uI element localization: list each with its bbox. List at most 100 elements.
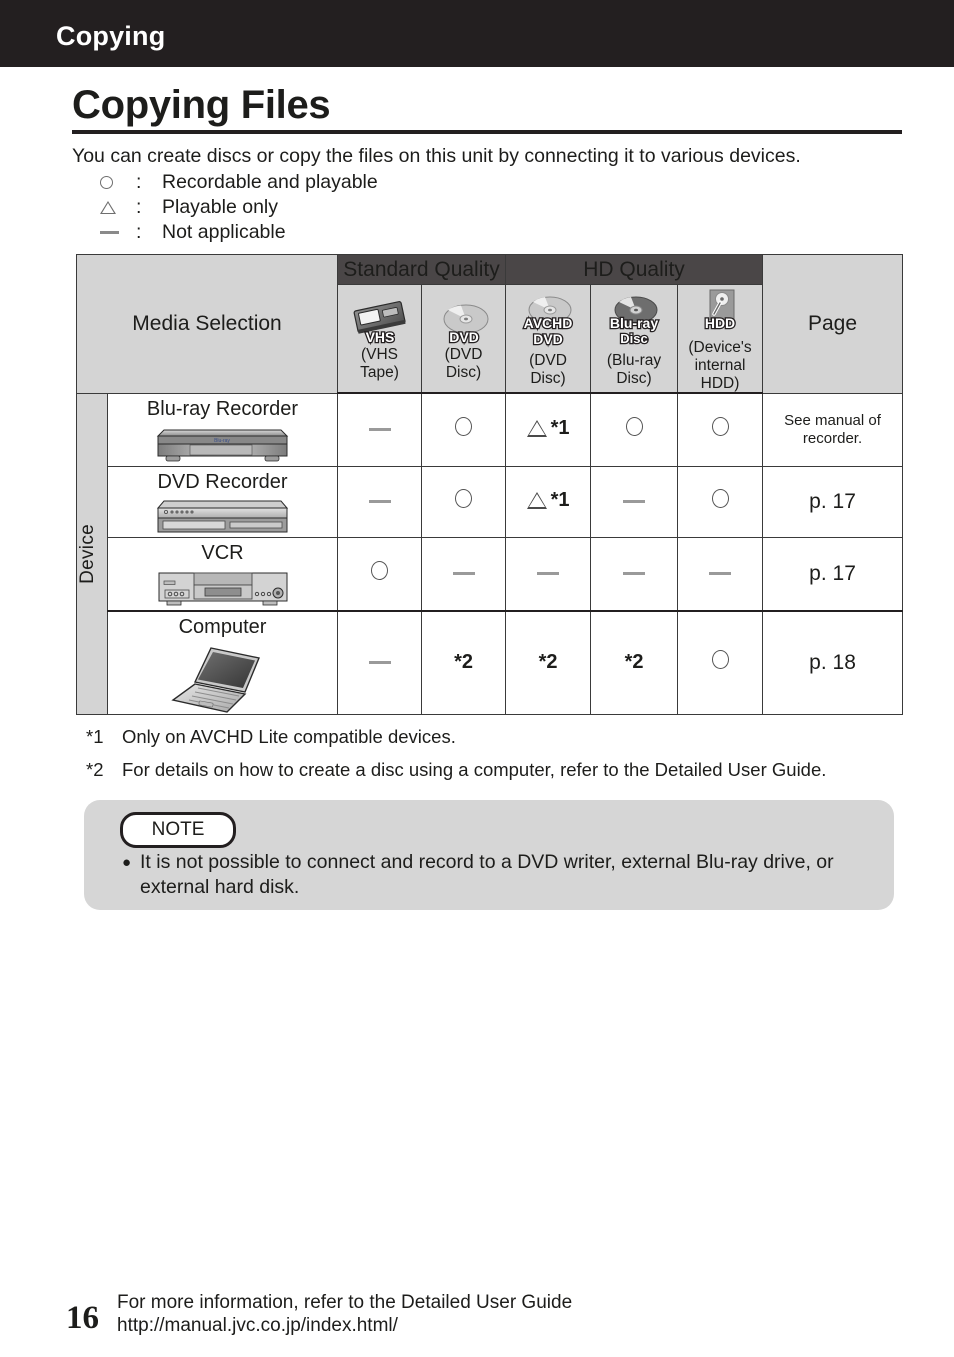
chapter-header-bar: Copying xyxy=(0,0,954,67)
triangle-icon xyxy=(526,491,547,509)
footnote-text: Only on AVCHD Lite compatible devices. xyxy=(122,726,456,747)
cell-page: p. 17 xyxy=(762,465,904,538)
legend-colon: : xyxy=(136,196,142,218)
media-caption-line2: Disc) xyxy=(616,370,652,387)
note-text: It is not possible to connect and record… xyxy=(140,851,834,898)
cell-dvd xyxy=(421,465,507,538)
table-row: VCR p. 17 xyxy=(77,536,904,612)
standard-quality-header: Standard Quality xyxy=(337,254,507,285)
legend-label: Playable only xyxy=(162,196,278,218)
media-caption-line1: (Blu-ray xyxy=(606,352,662,369)
hdd-icon: HDD xyxy=(704,289,736,332)
cell-vhs xyxy=(337,392,423,467)
cell-page: p. 17 xyxy=(762,536,904,612)
footnote-ref-2: *2 xyxy=(538,651,558,673)
media-caption-line1: (Device's xyxy=(688,339,752,356)
legend: : Recordable and playable : Playable onl… xyxy=(100,170,378,245)
media-caption-line1: (DVD xyxy=(529,352,567,369)
dash-icon xyxy=(537,572,560,575)
cell-vhs xyxy=(337,536,423,612)
title-underline xyxy=(72,130,902,134)
circle-icon xyxy=(711,417,729,437)
copying-compatibility-table: Media Selection Standard Quality HD Qual… xyxy=(75,254,904,715)
circle-icon xyxy=(711,650,729,669)
table-row: Computer *2 *2 *2 p. 18 xyxy=(77,610,904,715)
vcr-icon xyxy=(158,572,288,605)
circle-icon xyxy=(371,561,389,580)
triangle-icon xyxy=(526,419,547,437)
note-heading-badge: NOTE xyxy=(120,812,236,848)
media-caption-line3: HDD) xyxy=(700,375,740,392)
svg-text:HDD: HDD xyxy=(705,315,735,331)
page-title: Copying Files xyxy=(72,83,331,127)
footnote-mark: *1 xyxy=(86,726,104,747)
footnote-text: For details on how to create a disc usin… xyxy=(122,759,827,780)
media-column-vhs: VHS (VHS Tape) xyxy=(337,284,423,394)
table-row: DVD Recorder *1 p. 17 xyxy=(77,465,904,538)
footnote-2: *2 For details on how to create a disc u… xyxy=(86,759,826,781)
legend-colon: : xyxy=(136,221,142,243)
svg-text:Blu-ray: Blu-ray xyxy=(214,438,230,444)
hd-quality-header: HD Quality xyxy=(505,254,764,285)
legend-item-recordable: : Recordable and playable xyxy=(100,170,378,195)
cell-blu-ray-disc xyxy=(590,465,679,538)
media-caption-line2: Tape) xyxy=(360,364,399,381)
device-label: VCR xyxy=(201,541,244,564)
device-axis-label: Device xyxy=(76,392,108,715)
computer-icon xyxy=(170,646,260,713)
cell-avchd-dvd: *1 xyxy=(505,465,592,538)
svg-text:Blu-ray: Blu-ray xyxy=(610,315,658,331)
cell-dvd xyxy=(421,392,507,467)
note-box: NOTE ● It is not possible to connect and… xyxy=(84,800,894,910)
svg-text:AVCHD: AVCHD xyxy=(524,315,573,331)
device-label: Computer xyxy=(178,615,267,638)
cell-blu-ray-disc xyxy=(590,536,679,612)
media-selection-header: Media Selection xyxy=(75,254,339,394)
cell-page: p. 18 xyxy=(762,610,904,715)
vhs-tape-icon: VHS xyxy=(353,301,406,345)
legend-label: Not applicable xyxy=(162,221,286,243)
cell-blu-ray-disc: *2 xyxy=(590,610,679,715)
media-caption-line2: Disc) xyxy=(530,370,566,387)
dvd-disc-icon: DVD xyxy=(443,304,489,345)
cell-hdd xyxy=(677,465,764,538)
svg-text:Disc: Disc xyxy=(620,331,647,346)
triangle-icon xyxy=(100,201,136,214)
circle-icon xyxy=(455,417,473,437)
media-column-hdd: HDD (Device's internal HDD) xyxy=(677,284,764,394)
media-column-blu-ray-disc: Blu-ray Disc (Blu-ray Disc) xyxy=(590,284,679,394)
intro-paragraph: You can create discs or copy the files o… xyxy=(72,145,801,167)
chapter-title: Copying xyxy=(56,21,166,51)
cell-avchd-dvd: *2 xyxy=(505,610,592,715)
circle-icon xyxy=(455,489,473,508)
legend-item-not-applicable: : Not applicable xyxy=(100,220,378,245)
dvd-recorder-icon xyxy=(156,500,289,532)
device-cell-vcr: VCR xyxy=(106,536,339,612)
dash-icon xyxy=(623,572,646,575)
footnotes: *1 Only on AVCHD Lite compatible devices… xyxy=(86,726,826,792)
device-label: DVD Recorder xyxy=(157,470,288,493)
dash-icon xyxy=(368,500,391,503)
legend-colon: : xyxy=(136,171,142,193)
svg-text:VHS: VHS xyxy=(365,329,394,345)
legend-item-playable: : Playable only xyxy=(100,195,378,220)
svg-text:DVD: DVD xyxy=(449,329,479,345)
cell-vhs xyxy=(337,610,423,715)
media-caption-line2: internal xyxy=(694,357,746,374)
cell-hdd xyxy=(677,610,764,715)
cell-hdd xyxy=(677,536,764,612)
avchd-dvd-icon: AVCHD DVD xyxy=(522,296,574,348)
footer-url[interactable]: http://manual.jvc.co.jp/index.html/ xyxy=(117,1315,398,1337)
page-column-header: Page xyxy=(762,254,904,394)
page-number: 16 xyxy=(66,1300,99,1336)
bullet-icon: ● xyxy=(122,854,132,871)
cell-blu-ray-disc xyxy=(590,392,679,467)
cell-dvd: *2 xyxy=(421,610,507,715)
device-cell-computer: Computer xyxy=(106,610,339,715)
dash-icon xyxy=(100,231,136,234)
media-caption-line1: (VHS xyxy=(360,346,399,363)
legend-label: Recordable and playable xyxy=(162,171,378,193)
footer-line-1: For more information, refer to the Detai… xyxy=(117,1292,573,1313)
device-label: Blu-ray Recorder xyxy=(146,397,299,420)
cell-vhs xyxy=(337,465,423,538)
